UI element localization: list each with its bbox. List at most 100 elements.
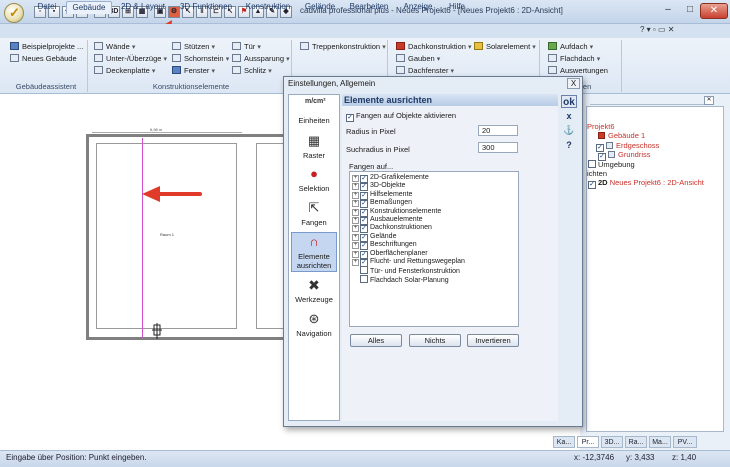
recess-icon bbox=[232, 54, 241, 62]
category-werkzeuge[interactable]: ✖ Werkzeuge bbox=[289, 277, 339, 304]
fangen-auf-label: Fangen auf... bbox=[349, 162, 394, 171]
floor-icon bbox=[606, 142, 613, 149]
tree-item-gebaeude[interactable]: Gebäude 1 bbox=[598, 131, 645, 141]
panel-close-icon[interactable]: ✕ bbox=[704, 96, 714, 105]
category-selektion[interactable]: ● Selektion bbox=[289, 166, 339, 193]
select-all-button[interactable]: Alles bbox=[350, 334, 402, 347]
beam-icon bbox=[94, 54, 103, 62]
schornstein-button[interactable]: Schornstein ▾ bbox=[172, 54, 229, 65]
treppenkonstruktion-label: Treppenkonstruktion bbox=[312, 42, 381, 51]
waende-button[interactable]: Wände ▾ bbox=[94, 42, 135, 53]
tuer-button[interactable]: Tür ▾ bbox=[232, 42, 261, 53]
coord-y: y: 3,433 bbox=[626, 453, 655, 462]
neues-gebaeude-label: Neues Gebäude bbox=[22, 54, 77, 63]
expand-icon[interactable]: + bbox=[352, 242, 359, 250]
snap-target-item[interactable]: Flachdach Solar-Planung bbox=[352, 274, 449, 285]
treppenkonstruktion-button[interactable]: Treppenkonstruktion ▾ bbox=[300, 42, 386, 53]
expand-icon[interactable]: + bbox=[352, 250, 359, 258]
neues-gebaeude-button[interactable]: Neues Gebäude bbox=[10, 54, 77, 64]
tree-item-umgebung-label: Umgebung bbox=[598, 160, 635, 169]
fenster-button[interactable]: Fenster ▾ bbox=[172, 66, 215, 77]
bottom-tab-material[interactable]: Ma... bbox=[649, 436, 671, 448]
apply-icon[interactable]: ⚓ bbox=[561, 124, 577, 137]
unterzuege-button[interactable]: Unter-/Überzüge ▾ bbox=[94, 54, 167, 65]
snap-target-label: Ausbauelemente bbox=[370, 216, 423, 223]
deckenplatte-button[interactable]: Deckenplatte ▾ bbox=[94, 66, 155, 77]
aufdach-button[interactable]: Aufdach ▾ bbox=[548, 42, 593, 53]
tab-gelaende[interactable]: Gelände bbox=[300, 1, 340, 14]
new-building-icon bbox=[10, 54, 19, 62]
minimize-button[interactable]: – bbox=[658, 3, 678, 19]
gauben-button[interactable]: Gauben ▾ bbox=[396, 54, 440, 65]
snap-target-checkbox[interactable] bbox=[360, 274, 368, 283]
dachkonstruktion-button[interactable]: Dachkonstruktion ▾ bbox=[396, 42, 472, 53]
bottom-tab-raum[interactable]: Ra... bbox=[625, 436, 647, 448]
close-window-button[interactable]: ✕ bbox=[700, 3, 728, 19]
expand-icon[interactable]: + bbox=[352, 183, 359, 191]
tab-konstruktion[interactable]: Konstruktion bbox=[240, 1, 296, 14]
schlitz-label: Schlitz bbox=[244, 66, 267, 75]
umgebung-checkbox[interactable] bbox=[588, 160, 596, 168]
expand-icon[interactable]: + bbox=[352, 225, 359, 233]
grid-icon: ▦ bbox=[307, 133, 321, 148]
stuetzen-button[interactable]: Stützen ▾ bbox=[172, 42, 215, 53]
expand-icon[interactable]: + bbox=[352, 233, 359, 241]
settings-heading: Elemente ausrichten bbox=[342, 94, 558, 106]
cancel-button[interactable]: x bbox=[561, 110, 577, 123]
dimension-line bbox=[92, 132, 242, 133]
expand-icon[interactable]: + bbox=[352, 217, 359, 224]
radius-input[interactable]: 20 bbox=[478, 125, 518, 136]
auswertungen-button[interactable]: Auswertungen bbox=[548, 66, 608, 76]
snap-icon: ⇱ bbox=[308, 200, 320, 215]
tree-item-2d-ansicht[interactable]: ✓ 2D Neues Projekt6 : 2D-Ansicht bbox=[588, 178, 704, 189]
invert-selection-button[interactable]: Invertieren bbox=[467, 334, 519, 347]
room-label: Raum 1 bbox=[160, 232, 175, 237]
select-none-button[interactable]: Nichts bbox=[409, 334, 461, 347]
category-einheiten[interactable]: m/cm² Einheiten bbox=[289, 98, 339, 125]
category-elemente-ausrichten[interactable]: ∩ Elemente ausrichten bbox=[289, 234, 339, 270]
column-icon bbox=[172, 42, 181, 50]
help-icon[interactable]: ? ▾ ▫ ▭ ✕ bbox=[640, 25, 674, 34]
expand-icon[interactable]: + bbox=[352, 175, 359, 182]
help-button[interactable]: ? bbox=[561, 139, 577, 152]
bottom-tab-katalog[interactable]: Ka... bbox=[553, 436, 575, 448]
beispielprojekte-button[interactable]: Beispielprojekte ... bbox=[10, 42, 83, 52]
tab-datei[interactable]: Datei bbox=[30, 1, 64, 14]
suchradius-input[interactable]: 300 bbox=[478, 142, 518, 153]
fangen-aktivieren-row[interactable]: ✓ Fangen auf Objekte aktivieren bbox=[346, 111, 456, 122]
fangen-aktivieren-checkbox[interactable]: ✓ bbox=[346, 114, 354, 122]
snap-point-icon bbox=[152, 323, 162, 339]
ok-button[interactable]: ok bbox=[561, 95, 577, 108]
bottom-tab-3d[interactable]: 3D... bbox=[601, 436, 623, 448]
dialog-close-button[interactable]: X bbox=[567, 78, 580, 89]
tab-hilfe[interactable]: Hilfe bbox=[442, 1, 472, 14]
tab-2d-layout[interactable]: 2D & Layout bbox=[114, 1, 172, 14]
bottom-tab-pv[interactable]: PV... bbox=[673, 436, 697, 448]
category-raster[interactable]: ▦ Raster bbox=[289, 133, 339, 160]
expand-icon[interactable]: + bbox=[352, 191, 359, 199]
category-navigation[interactable]: ⊛ Navigation bbox=[289, 311, 339, 338]
dimension-label: 6,98 m bbox=[150, 127, 163, 132]
solarelement-button[interactable]: Solarelement ▾ bbox=[474, 42, 536, 53]
bottom-tab-projekt[interactable]: Pr... bbox=[577, 436, 599, 448]
dormer-icon bbox=[396, 54, 405, 62]
schlitz-button[interactable]: Schlitz ▾ bbox=[232, 66, 272, 77]
snap-target-checkbox[interactable] bbox=[360, 266, 368, 275]
tab-bearbeiten[interactable]: Bearbeiten bbox=[344, 1, 394, 14]
app-logo-icon[interactable] bbox=[4, 3, 24, 23]
expand-icon[interactable]: + bbox=[352, 200, 359, 208]
aufdach-icon bbox=[548, 42, 557, 50]
tab-3d-funktionen[interactable]: 3D Funktionen bbox=[176, 1, 236, 14]
dialog-title: Einstellungen, Allgemein bbox=[288, 79, 376, 88]
category-fangen[interactable]: ⇱ Fangen bbox=[289, 200, 339, 227]
expand-icon[interactable]: + bbox=[352, 259, 359, 266]
tab-gebaeude[interactable]: Gebäude bbox=[66, 1, 112, 14]
tab-anzeige[interactable]: Anzeige bbox=[398, 1, 438, 14]
aussparung-button[interactable]: Aussparung ▾ bbox=[232, 54, 290, 65]
snap-target-label: Flucht- und Rettungswegeplan bbox=[370, 258, 465, 265]
expand-icon[interactable]: + bbox=[352, 208, 359, 216]
examples-icon bbox=[10, 42, 19, 50]
flachdach-button[interactable]: Flachdach ▾ bbox=[548, 54, 600, 65]
2d-ansicht-checkbox[interactable]: ✓ bbox=[588, 181, 596, 189]
maximize-button[interactable]: □ bbox=[680, 3, 700, 19]
